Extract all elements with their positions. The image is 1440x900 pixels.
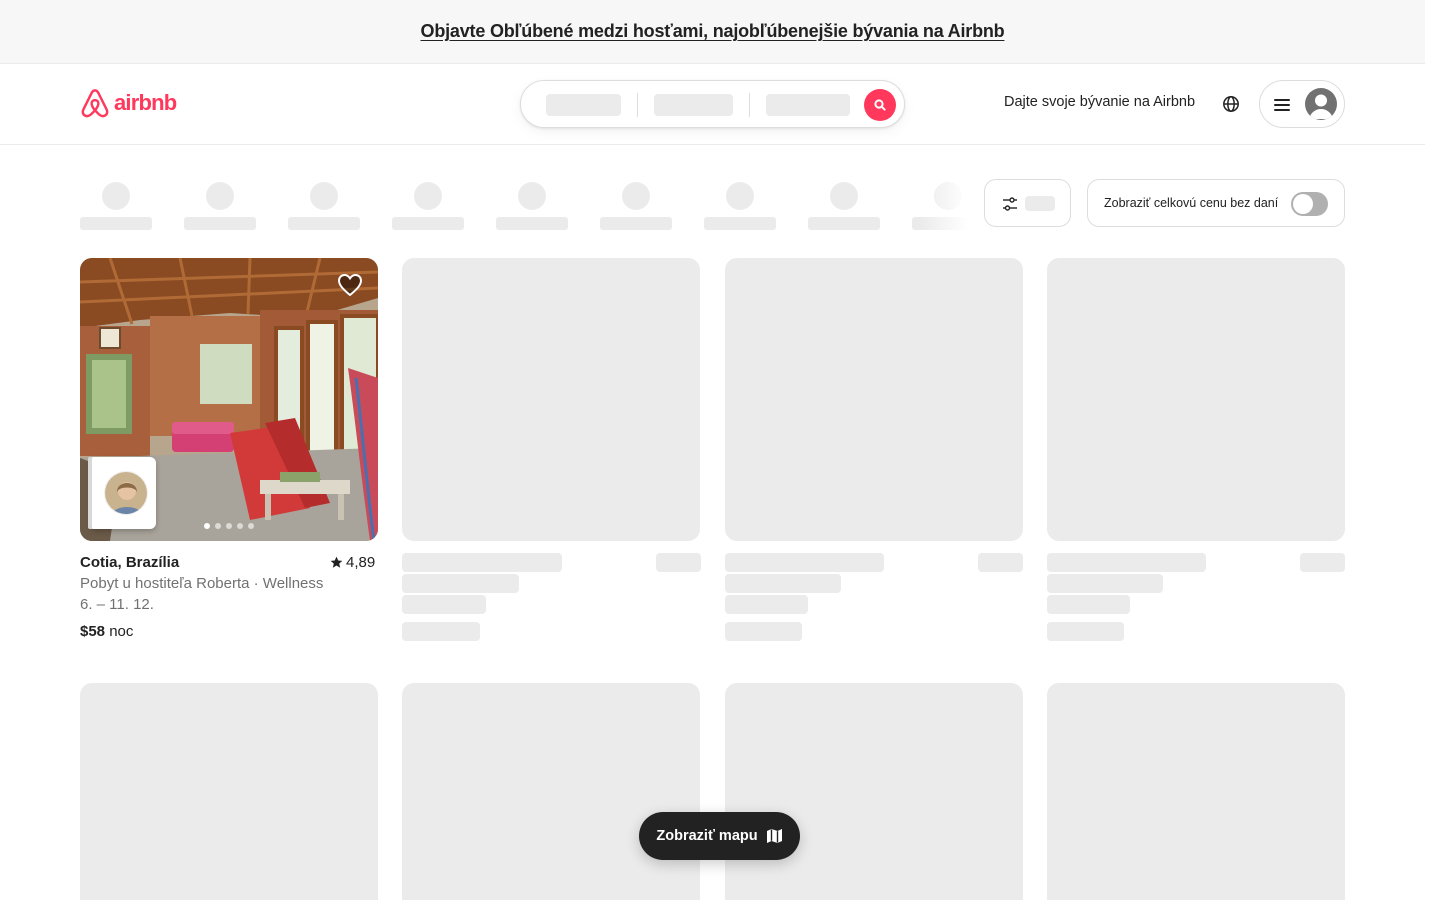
text-placeholder — [402, 553, 562, 572]
listing-card-placeholder[interactable] — [80, 683, 378, 900]
text-placeholder — [1047, 595, 1130, 614]
search-guests-placeholder[interactable] — [766, 94, 850, 116]
search-dates-placeholder[interactable] — [654, 94, 733, 116]
become-host-link[interactable]: Dajte svoje bývanie na Airbnb — [1004, 94, 1195, 110]
show-map-button[interactable]: Zobraziť mapu — [639, 812, 800, 860]
text-placeholder — [402, 595, 486, 614]
airbnb-logo-icon — [81, 89, 109, 118]
photo-carousel-dots — [204, 523, 254, 529]
globe-icon[interactable] — [1221, 94, 1241, 114]
search-divider — [749, 93, 750, 117]
carousel-dot[interactable] — [215, 523, 221, 529]
text-placeholder — [656, 553, 701, 572]
text-placeholder — [725, 595, 808, 614]
filters-label-placeholder — [1025, 196, 1055, 211]
star-icon — [330, 556, 343, 568]
listing-price: $58 noc — [80, 623, 133, 640]
airbnb-logo[interactable]: airbnb — [80, 87, 177, 119]
listing-rating: 4,89 — [330, 554, 375, 571]
price-amount: $58 — [80, 623, 106, 640]
host-avatar — [104, 471, 148, 515]
text-placeholder — [725, 622, 802, 641]
text-placeholder — [725, 553, 884, 572]
wishlist-heart-icon[interactable] — [337, 273, 363, 297]
carousel-dot[interactable] — [248, 523, 254, 529]
text-placeholder — [1047, 574, 1163, 593]
host-badge[interactable] — [92, 457, 156, 529]
listing-dates: 6. – 11. 12. — [80, 596, 154, 613]
map-icon — [766, 829, 782, 843]
promo-banner: Objavte Obľúbené medzi hosťami, najobľúb… — [0, 0, 1425, 64]
text-placeholder — [1047, 553, 1206, 572]
rating-value: 4,89 — [346, 554, 376, 571]
listing-subtitle: Pobyt u hostiteľa Roberta · Wellness — [80, 575, 324, 592]
user-avatar-icon — [1305, 88, 1337, 120]
search-location-placeholder[interactable] — [546, 94, 621, 116]
tax-toggle-label: Zobraziť celkovú cenu bez daní — [1104, 196, 1279, 210]
listing-card-placeholder[interactable] — [1047, 683, 1345, 900]
carousel-dot[interactable] — [226, 523, 232, 529]
text-placeholder — [725, 574, 841, 593]
text-placeholder — [402, 622, 480, 641]
listing-card-placeholder[interactable] — [725, 258, 1023, 541]
text-placeholder — [402, 574, 519, 593]
search-button[interactable] — [864, 89, 896, 121]
listing-card-placeholder[interactable] — [402, 683, 700, 900]
user-menu-button[interactable] — [1259, 80, 1345, 128]
text-placeholder — [978, 553, 1023, 572]
filters-button[interactable] — [984, 179, 1071, 227]
search-icon — [874, 99, 886, 111]
show-map-label: Zobraziť mapu — [656, 828, 758, 844]
category-scroll-fade — [920, 175, 984, 235]
tax-toggle-box[interactable]: Zobraziť celkovú cenu bez daní — [1087, 179, 1345, 227]
search-bar[interactable] — [520, 80, 905, 128]
listing-card-placeholder[interactable] — [402, 258, 700, 541]
listing-location[interactable]: Cotia, Brazília — [80, 554, 179, 571]
text-placeholder — [1047, 622, 1124, 641]
hamburger-menu-icon — [1274, 99, 1290, 111]
top-header: airbnb Dajte svoje bývanie na Airbnb — [0, 64, 1425, 145]
price-unit: noc — [109, 623, 134, 640]
airbnb-wordmark: airbnb — [114, 90, 177, 115]
carousel-dot[interactable] — [237, 523, 243, 529]
toggle-knob — [1293, 194, 1313, 214]
listing-card-placeholder[interactable] — [1047, 258, 1345, 541]
listing-card-placeholder[interactable] — [725, 683, 1023, 900]
promo-banner-link[interactable]: Objavte Obľúbené medzi hosťami, najobľúb… — [421, 21, 1005, 42]
text-placeholder — [1300, 553, 1345, 572]
tax-toggle-switch[interactable] — [1291, 192, 1328, 216]
search-divider — [637, 93, 638, 117]
carousel-dot[interactable] — [204, 523, 210, 529]
filters-icon — [1003, 197, 1017, 211]
